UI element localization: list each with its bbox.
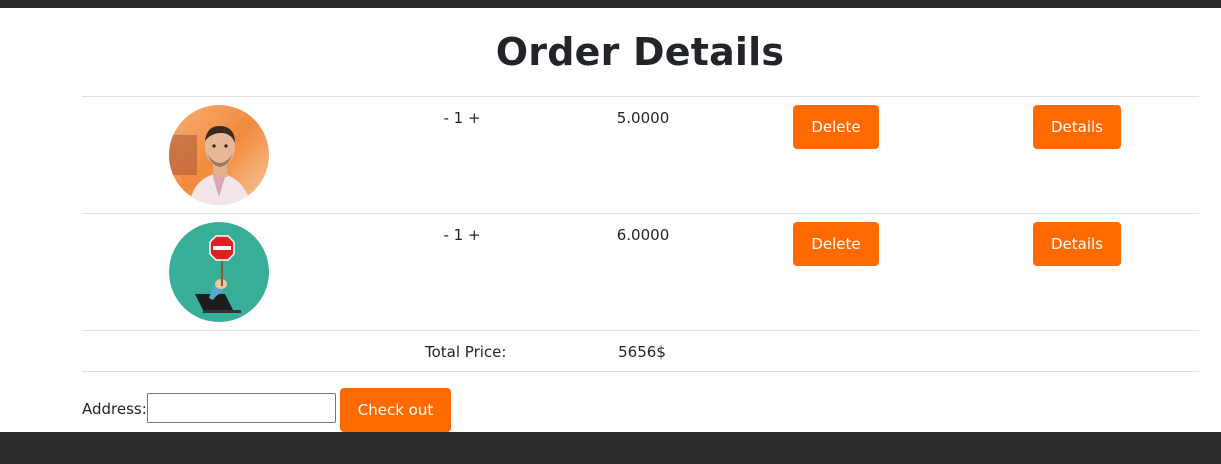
- footer-bar: [0, 432, 1221, 464]
- table-divider: [82, 371, 1199, 372]
- item-price: 6.0000: [616, 226, 670, 244]
- product-image-error: [169, 222, 269, 322]
- quantity-stepper[interactable]: - 1 +: [422, 226, 502, 244]
- address-label: Address:: [82, 400, 147, 418]
- details-button[interactable]: Details: [1033, 222, 1121, 266]
- page-title: Order Details: [495, 30, 785, 74]
- checkout-button[interactable]: Check out: [340, 388, 451, 432]
- person-photo-icon: [169, 105, 269, 205]
- table-row: - 1 + 6.0000 Delete Details: [82, 214, 1199, 331]
- top-nav-bar: [0, 0, 1221, 8]
- table-row: - 1 + 5.0000 Delete Details: [82, 97, 1199, 214]
- quantity-stepper[interactable]: - 1 +: [422, 109, 502, 127]
- error-sign-laptop-icon: [169, 222, 269, 322]
- details-button[interactable]: Details: [1033, 105, 1121, 149]
- total-price-label: Total Price:: [425, 343, 507, 361]
- product-image-person: [169, 105, 269, 205]
- delete-button[interactable]: Delete: [793, 222, 879, 266]
- table-divider: [82, 330, 1199, 331]
- address-input[interactable]: [147, 393, 336, 423]
- total-price-value: 5656$: [618, 343, 666, 361]
- delete-button[interactable]: Delete: [793, 105, 879, 149]
- item-price: 5.0000: [616, 109, 670, 127]
